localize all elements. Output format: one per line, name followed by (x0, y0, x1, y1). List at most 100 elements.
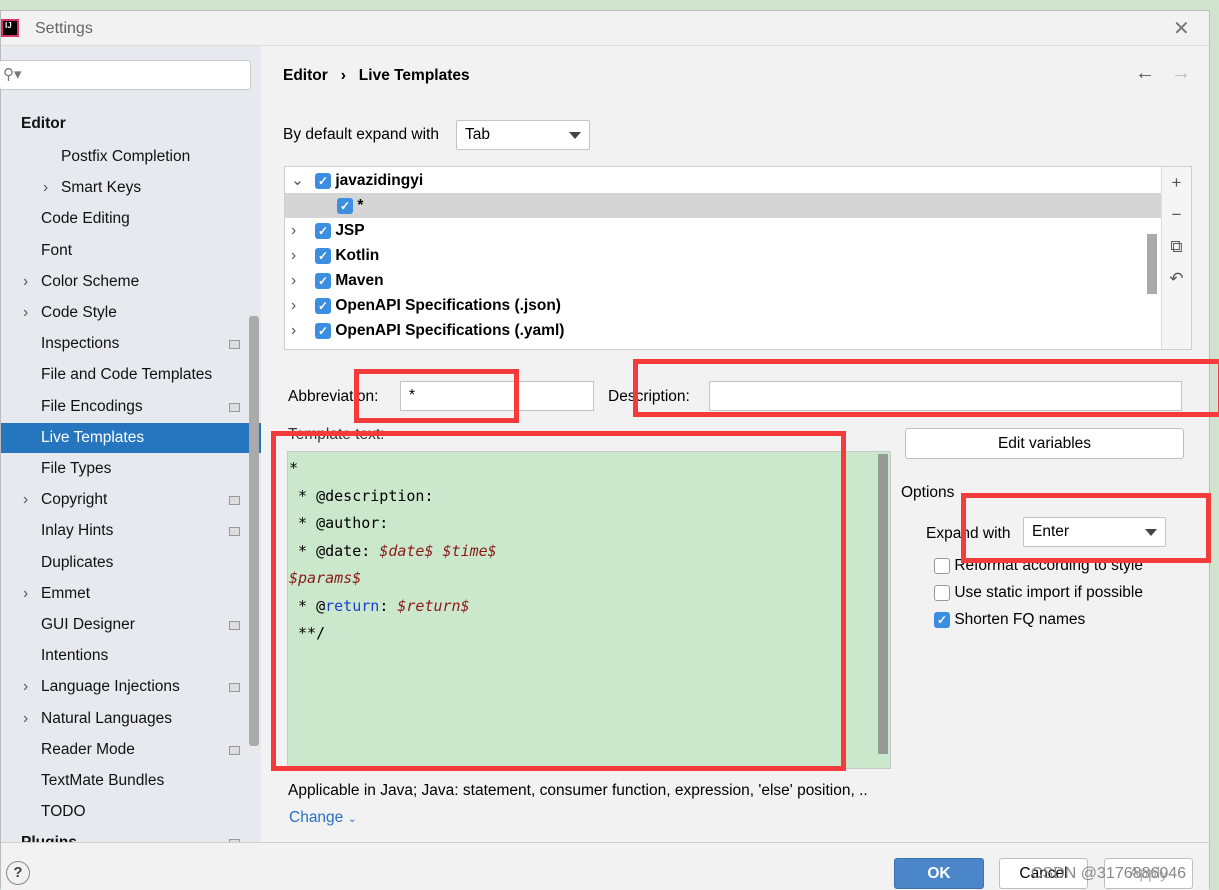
sidebar-item-label: Intentions (41, 647, 109, 665)
sidebar-item[interactable]: Code Editing (1, 204, 261, 234)
option-checkbox[interactable]: ✓ Shorten FQ names (934, 611, 1085, 629)
breadcrumb-parent[interactable]: Editor (283, 67, 328, 84)
chevron-right-icon[interactable]: › (23, 298, 28, 328)
project-settings-icon (229, 340, 240, 350)
chevron-right-icon[interactable]: › (23, 704, 28, 734)
chevron-right-icon[interactable]: › (291, 218, 296, 243)
settings-dialog: IJ Settings ✕ ⚲▾ Editor Postfix Completio… (0, 10, 1219, 890)
tree-label: Maven (335, 272, 384, 289)
sidebar-item-label: Smart Keys (61, 179, 142, 197)
option-label: Shorten FQ names (954, 611, 1086, 628)
applicable-contexts: Applicable in Java; Java: statement, con… (288, 782, 868, 799)
sidebar-item[interactable]: › Code Style (1, 298, 261, 328)
search-input[interactable]: ⚲▾ (0, 60, 251, 90)
chevron-down-icon (569, 132, 581, 139)
sidebar-item[interactable]: Font (1, 236, 261, 266)
tree-row[interactable]: › ✓ OpenAPI Specifications (.yaml) (285, 318, 1161, 343)
highlight-box (354, 369, 519, 423)
chevron-right-icon[interactable]: › (23, 267, 28, 297)
sidebar-item[interactable]: File Types (1, 454, 261, 484)
chevron-right-icon[interactable]: › (23, 672, 28, 702)
edit-variables-button[interactable]: Edit variables (905, 428, 1184, 459)
sidebar-scrollbar[interactable] (249, 316, 259, 746)
chevron-right-icon[interactable]: › (291, 293, 296, 318)
tree-label: OpenAPI Specifications (.yaml) (335, 322, 565, 339)
add-icon[interactable]: + (1162, 167, 1191, 199)
checkbox-unchecked (934, 557, 950, 574)
sidebar-item[interactable]: Postfix Completion (1, 142, 261, 172)
sidebar-item[interactable]: Editor (1, 109, 261, 139)
checkbox[interactable]: ✓ (315, 297, 331, 314)
sidebar-item[interactable]: Inspections (1, 329, 261, 359)
sidebar-item[interactable]: Intentions (1, 641, 261, 671)
project-settings-icon (229, 527, 240, 537)
checkbox[interactable]: ✓ (315, 172, 331, 189)
sidebar-item[interactable]: Reader Mode (1, 735, 261, 765)
close-icon[interactable]: ✕ (1173, 16, 1190, 41)
tree-row[interactable]: › ✓ JSP (285, 218, 1161, 243)
tree-label: * (357, 197, 364, 214)
remove-icon[interactable]: − (1162, 199, 1191, 231)
footer: ? OK Cancel Apply CSDN @3176886046 (1, 842, 1209, 890)
tree-scrollbar[interactable] (1147, 234, 1157, 294)
sidebar-item[interactable]: › Language Injections (1, 672, 261, 702)
restore-icon[interactable]: ↶ (1162, 263, 1191, 295)
highlight-box (271, 431, 846, 771)
sidebar-item[interactable]: Live Templates (1, 422, 261, 453)
tree-label: javazidingyi (335, 172, 424, 189)
option-label: Use static import if possible (954, 584, 1143, 601)
editor-scrollbar[interactable] (878, 454, 888, 754)
option-checkbox[interactable]: Use static import if possible (934, 584, 1143, 602)
chevron-right-icon[interactable]: › (291, 243, 296, 268)
checkbox[interactable]: ✓ (315, 322, 331, 339)
back-arrow-icon[interactable]: ← (1135, 62, 1155, 85)
sidebar-item[interactable]: TODO (1, 797, 261, 827)
checkbox[interactable]: ✓ (337, 197, 353, 214)
help-button[interactable]: ? (6, 861, 30, 885)
sidebar-item[interactable]: › Color Scheme (1, 267, 261, 297)
tree-row[interactable]: ⌄ ✓ javazidingyi (285, 168, 1161, 193)
sidebar-item[interactable]: Duplicates (1, 548, 261, 578)
copy-icon[interactable]: ⧉ (1162, 231, 1191, 263)
highlight-box (961, 493, 1211, 563)
chevron-right-icon[interactable]: › (43, 173, 48, 203)
chevron-right-icon[interactable]: › (291, 318, 296, 343)
chevron-down-icon[interactable]: ⌄ (291, 168, 304, 193)
sidebar-item[interactable]: Inlay Hints (1, 516, 261, 546)
forward-arrow-icon[interactable]: → (1171, 62, 1191, 85)
checkbox[interactable]: ✓ (315, 272, 331, 289)
tree-row[interactable]: › ✓ OpenAPI Specifications (.json) (285, 293, 1161, 318)
chevron-right-icon[interactable]: › (291, 268, 296, 293)
sidebar-item[interactable]: TextMate Bundles (1, 766, 261, 796)
sidebar-item-label: Color Scheme (41, 272, 140, 290)
tree-toolbar: + − ⧉ ↶ (1161, 167, 1191, 349)
sidebar-item[interactable]: File and Code Templates (1, 360, 261, 390)
ok-button[interactable]: OK (894, 858, 984, 889)
expand-default-select[interactable]: Tab (456, 120, 590, 150)
tree-row[interactable]: › ✓ Kotlin (285, 243, 1161, 268)
sidebar-item-label: Postfix Completion (61, 148, 191, 165)
sidebar-item[interactable]: › Smart Keys (1, 173, 261, 203)
sidebar: ⚲▾ Editor Postfix Completion › Smart Keys Co… (0, 46, 261, 851)
sidebar-item[interactable]: GUI Designer (1, 610, 261, 640)
tree-row[interactable]: › ✓ Maven (285, 268, 1161, 293)
breadcrumb: Editor › Live Templates (283, 67, 470, 85)
sidebar-item-label: Emmet (41, 584, 91, 602)
intellij-logo: IJ (1, 19, 19, 37)
project-settings-icon (229, 496, 240, 506)
template-tree: ⌄ ✓ javazidingyi ✓ * › ✓ JSP › ✓ Kotlin › ✓ Mave… (284, 166, 1192, 350)
sidebar-item-label: TextMate Bundles (41, 772, 165, 789)
sidebar-item[interactable]: › Emmet (1, 579, 261, 609)
chevron-right-icon[interactable]: › (23, 485, 28, 515)
checkbox[interactable]: ✓ (315, 247, 331, 264)
sidebar-item[interactable]: File Encodings (1, 392, 261, 422)
options-label: Options (901, 484, 955, 501)
title-bar: IJ Settings ✕ (1, 11, 1209, 46)
tree-row[interactable]: ✓ * (285, 193, 1161, 218)
sidebar-item[interactable]: › Natural Languages (1, 704, 261, 734)
sidebar-item[interactable]: › Copyright (1, 485, 261, 515)
chevron-right-icon[interactable]: › (23, 579, 28, 609)
change-link[interactable]: Change ⌄ (289, 809, 357, 827)
project-settings-icon (229, 683, 240, 693)
checkbox[interactable]: ✓ (315, 222, 331, 239)
